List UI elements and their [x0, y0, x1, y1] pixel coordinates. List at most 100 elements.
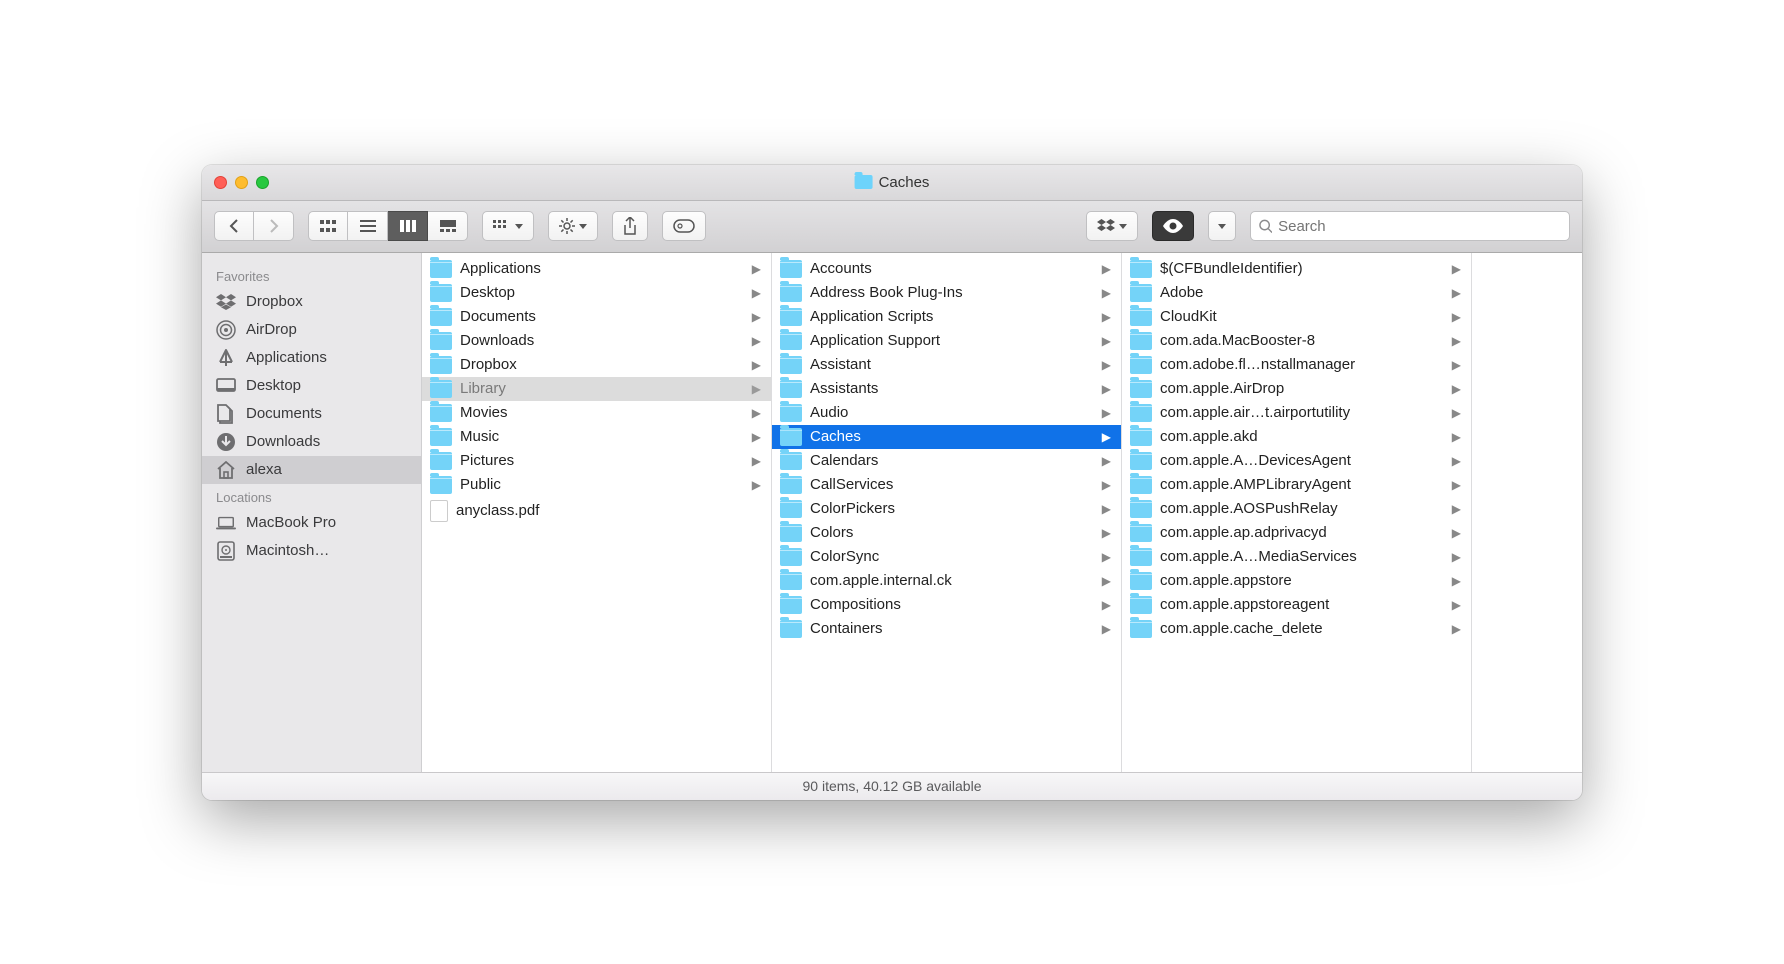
chevron-right-icon: ▶ [1452, 622, 1461, 636]
folder-icon [430, 380, 452, 398]
search-input[interactable] [1278, 218, 1561, 235]
file-row[interactable]: Assistants ▶ [772, 377, 1121, 401]
file-row[interactable]: $(CFBundleIdentifier)▶ [1122, 257, 1471, 281]
sidebar-item-applications[interactable]: Applications [202, 344, 421, 372]
file-row[interactable]: com.apple.AirDrop▶ [1122, 377, 1471, 401]
back-button[interactable] [214, 211, 254, 241]
file-row[interactable]: Adobe▶ [1122, 281, 1471, 305]
file-row[interactable]: Application Support▶ [772, 329, 1121, 353]
disk-icon [216, 541, 236, 561]
file-row[interactable]: com.apple.A…MediaServices▶ [1122, 545, 1471, 569]
folder-icon [1130, 404, 1152, 422]
folder-icon [780, 476, 802, 494]
sidebar-item-alexa[interactable]: alexa [202, 456, 421, 484]
file-row[interactable]: Containers▶ [772, 617, 1121, 641]
share-button[interactable] [612, 211, 648, 241]
file-row[interactable]: ColorPickers▶ [772, 497, 1121, 521]
file-row[interactable]: Calendars▶ [772, 449, 1121, 473]
file-row[interactable]: com.apple.AMPLibraryAgent▶ [1122, 473, 1471, 497]
file-row[interactable]: com.apple.internal.ck▶ [772, 569, 1121, 593]
chevron-right-icon: ▶ [752, 382, 761, 396]
file-row[interactable]: com.adobe.fl…nstallmanager▶ [1122, 353, 1471, 377]
file-row[interactable]: com.apple.air…t.airportutility▶ [1122, 401, 1471, 425]
dropbox-button[interactable] [1086, 211, 1138, 241]
file-row[interactable]: com.apple.appstoreagent▶ [1122, 593, 1471, 617]
folder-icon [430, 476, 452, 494]
file-row[interactable]: com.ada.MacBooster-8▶ [1122, 329, 1471, 353]
minimize-button[interactable] [235, 176, 248, 189]
file-row[interactable]: Documents▶ [422, 305, 771, 329]
file-label: Colors [810, 524, 853, 541]
sidebar-item-downloads[interactable]: Downloads [202, 428, 421, 456]
search-field[interactable] [1250, 211, 1570, 241]
sidebar-item-macbook-pro[interactable]: MacBook Pro [202, 509, 421, 537]
file-label: Dropbox [460, 356, 517, 373]
chevron-right-icon: ▶ [1452, 550, 1461, 564]
action-button[interactable] [548, 211, 598, 241]
file-row[interactable]: Public▶ [422, 473, 771, 497]
tags-button[interactable] [662, 211, 706, 241]
folder-icon [430, 452, 452, 470]
file-row[interactable]: com.apple.A…DevicesAgent▶ [1122, 449, 1471, 473]
column-view-button[interactable] [388, 211, 428, 241]
file-row[interactable]: Dropbox▶ [422, 353, 771, 377]
quicklook-button[interactable] [1152, 211, 1194, 241]
file-row[interactable]: Caches▶ [772, 425, 1121, 449]
file-label: Assistants [810, 380, 878, 397]
file-row[interactable]: Assistant▶ [772, 353, 1121, 377]
file-row[interactable]: com.apple.akd▶ [1122, 425, 1471, 449]
file-row[interactable]: Applications▶ [422, 257, 771, 281]
downloads-icon [216, 432, 236, 452]
view-mode-buttons [308, 211, 468, 241]
chevron-right-icon: ▶ [1102, 382, 1111, 396]
forward-button[interactable] [254, 211, 294, 241]
file-row[interactable]: Audio▶ [772, 401, 1121, 425]
file-row[interactable]: Accounts▶ [772, 257, 1121, 281]
sidebar: FavoritesDropboxAirDropApplicationsDeskt… [202, 253, 422, 772]
quicklook-dropdown[interactable] [1208, 211, 1236, 241]
file-row[interactable]: Desktop▶ [422, 281, 771, 305]
file-row[interactable]: Application Scripts▶ [772, 305, 1121, 329]
zoom-button[interactable] [256, 176, 269, 189]
folder-icon [1130, 452, 1152, 470]
file-label: Downloads [460, 332, 534, 349]
folder-icon [780, 428, 802, 446]
gallery-view-button[interactable] [428, 211, 468, 241]
icon-view-button[interactable] [308, 211, 348, 241]
home-icon [216, 460, 236, 480]
sidebar-item-macintosh-[interactable]: Macintosh… [202, 537, 421, 565]
file-label: Address Book Plug-Ins [810, 284, 963, 301]
list-view-button[interactable] [348, 211, 388, 241]
file-row[interactable]: anyclass.pdf [422, 497, 771, 525]
file-label: com.apple.akd [1160, 428, 1258, 445]
file-row[interactable]: com.apple.cache_delete▶ [1122, 617, 1471, 641]
file-row[interactable]: CallServices▶ [772, 473, 1121, 497]
arrange-button[interactable] [482, 211, 534, 241]
folder-icon [1130, 260, 1152, 278]
folder-icon [430, 332, 452, 350]
chevron-right-icon: ▶ [1102, 598, 1111, 612]
file-row[interactable]: Library▶ [422, 377, 771, 401]
file-row[interactable]: Compositions▶ [772, 593, 1121, 617]
folder-icon [1130, 428, 1152, 446]
file-row[interactable]: Address Book Plug-Ins▶ [772, 281, 1121, 305]
sidebar-item-documents[interactable]: Documents [202, 400, 421, 428]
file-label: CallServices [810, 476, 893, 493]
file-row[interactable]: com.apple.ap.adprivacyd▶ [1122, 521, 1471, 545]
file-row[interactable]: Pictures▶ [422, 449, 771, 473]
file-row[interactable]: Downloads▶ [422, 329, 771, 353]
file-label: com.apple.air…t.airportutility [1160, 404, 1350, 421]
file-row[interactable]: Music▶ [422, 425, 771, 449]
file-label: com.apple.AirDrop [1160, 380, 1284, 397]
close-button[interactable] [214, 176, 227, 189]
sidebar-item-desktop[interactable]: Desktop [202, 372, 421, 400]
sidebar-item-airdrop[interactable]: AirDrop [202, 316, 421, 344]
file-row[interactable]: com.apple.appstore▶ [1122, 569, 1471, 593]
file-row[interactable]: Movies▶ [422, 401, 771, 425]
file-row[interactable]: CloudKit▶ [1122, 305, 1471, 329]
sidebar-item-dropbox[interactable]: Dropbox [202, 288, 421, 316]
sidebar-item-label: MacBook Pro [246, 514, 336, 531]
file-row[interactable]: Colors▶ [772, 521, 1121, 545]
file-row[interactable]: ColorSync▶ [772, 545, 1121, 569]
file-row[interactable]: com.apple.AOSPushRelay▶ [1122, 497, 1471, 521]
